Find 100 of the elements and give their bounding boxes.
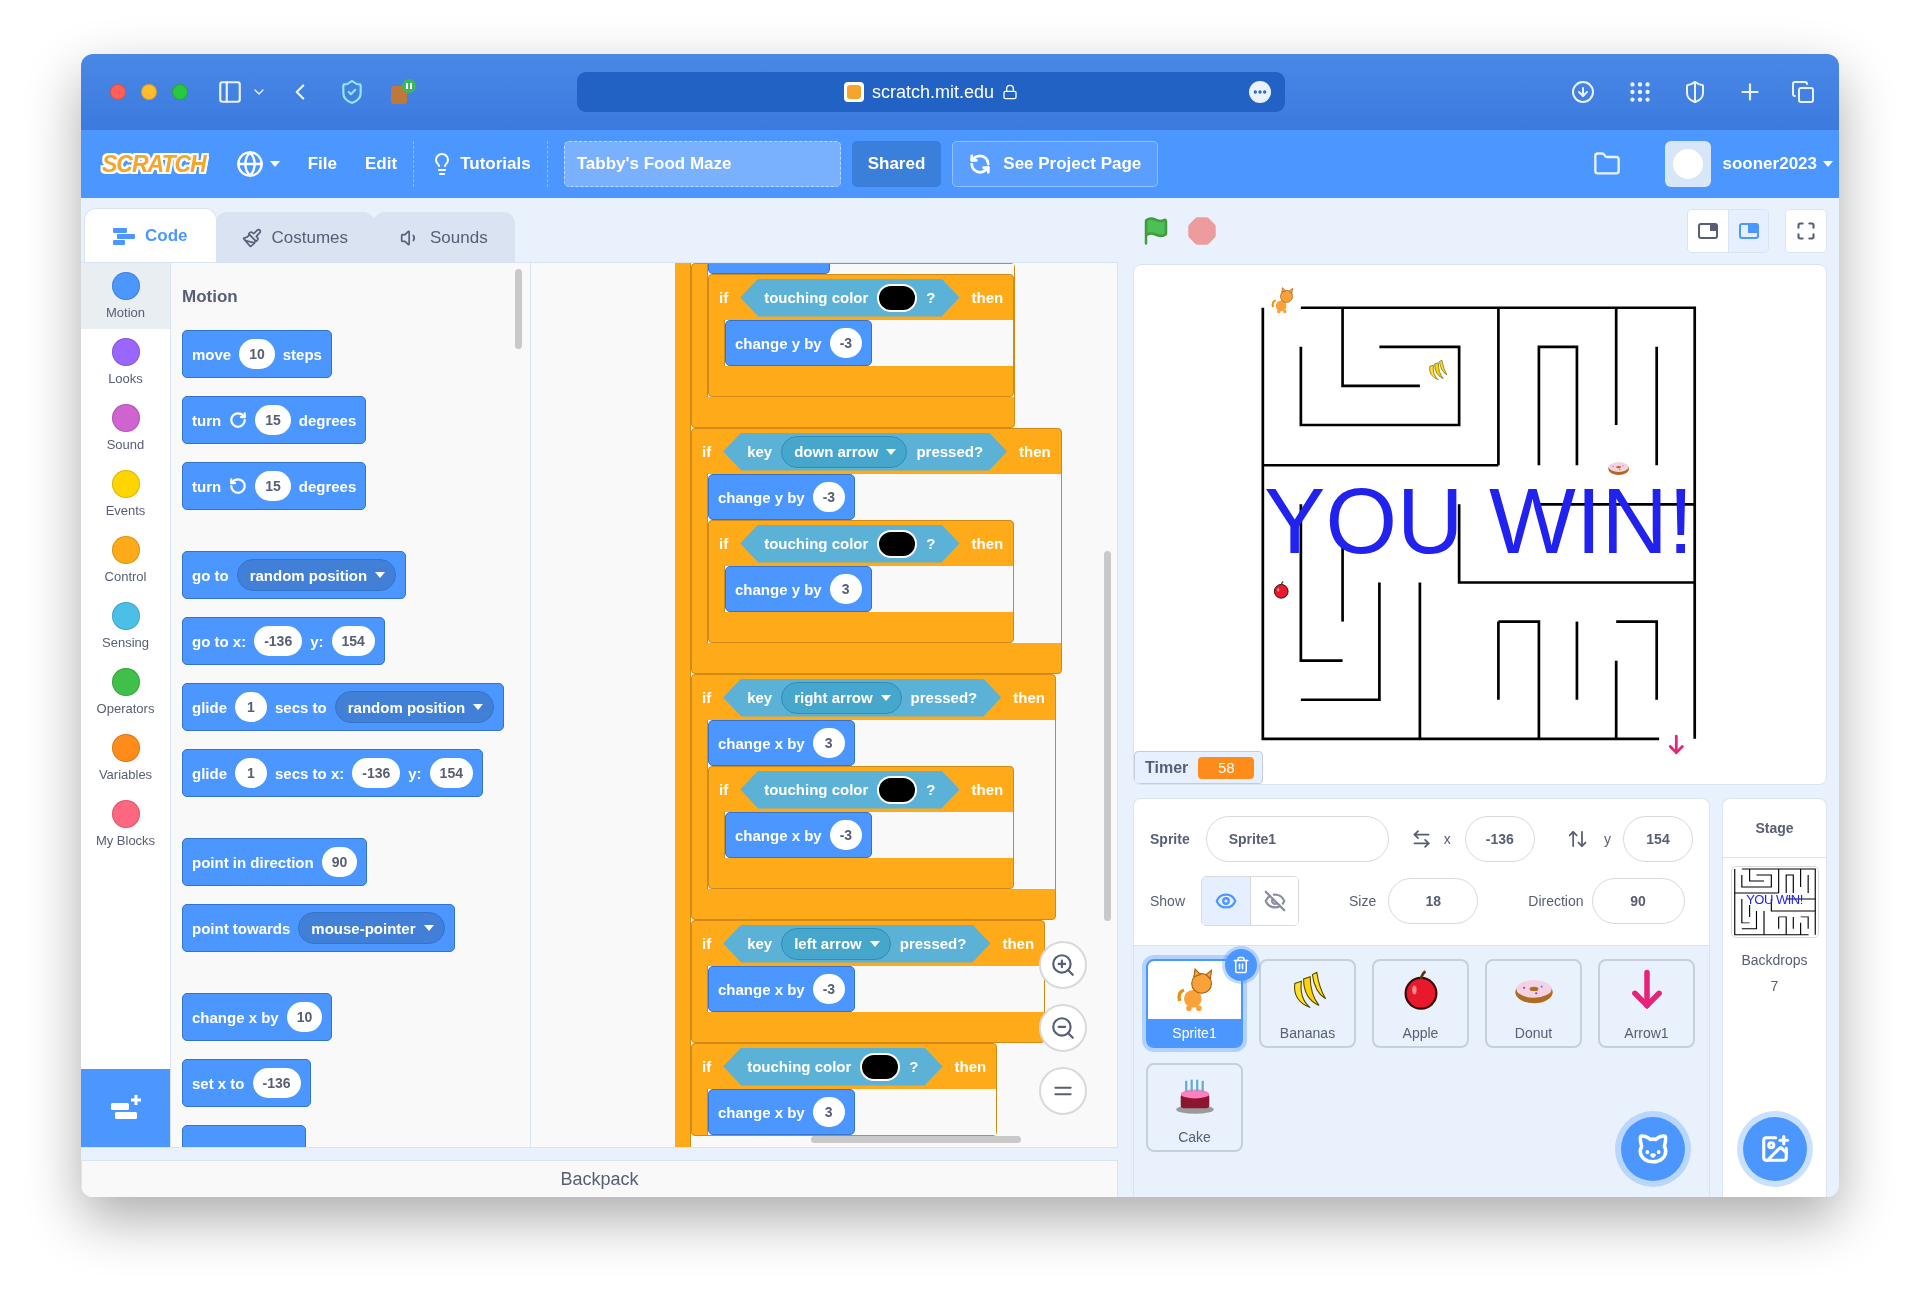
number-input[interactable]: 15 — [255, 405, 291, 435]
grid-icon[interactable] — [1627, 79, 1653, 105]
shield-icon[interactable] — [339, 79, 365, 105]
cat-icon[interactable] — [1271, 287, 1293, 314]
code-block[interactable]: change x by -3 — [708, 966, 856, 1012]
category-button[interactable]: Operators — [81, 659, 170, 725]
stage-thumbnail[interactable]: YOU WIN! — [1730, 866, 1819, 938]
zoom-in-button[interactable] — [1039, 941, 1087, 989]
category-button[interactable]: Looks — [81, 329, 170, 395]
code-block[interactable]: glide 1 secs to random position — [182, 683, 505, 731]
category-button[interactable]: My Blocks — [81, 791, 170, 857]
zoom-out-button[interactable] — [1039, 1004, 1087, 1052]
fullscreen-button[interactable] — [1786, 210, 1826, 252]
if-block[interactable]: if key right arrow pressed? then change x by 3 if touching color ? then change x by -3 — [691, 674, 1056, 920]
category-button[interactable]: Control — [81, 527, 170, 593]
code-block[interactable]: turn 15 degrees — [182, 396, 367, 444]
delete-button[interactable] — [1225, 949, 1257, 981]
color-swatch[interactable] — [877, 283, 918, 312]
number-input[interactable]: 154 — [331, 626, 375, 656]
direction-field[interactable]: 90 — [1591, 878, 1685, 924]
number-input[interactable]: 3 — [812, 728, 845, 758]
code-block[interactable]: change y by -3 — [708, 474, 856, 520]
hide-button[interactable] — [1250, 877, 1299, 925]
number-input[interactable]: -136 — [254, 626, 303, 656]
code-block[interactable]: change y by 3 — [725, 566, 872, 612]
code-block[interactable]: change x by 3 — [708, 720, 855, 766]
code-block[interactable]: glide 1 secs to x: -136 y: 154 — [182, 749, 483, 797]
code-block[interactable]: change x by 10 — [182, 993, 333, 1041]
sprite-name-field[interactable]: Sprite1 — [1205, 816, 1389, 862]
category-button[interactable]: Sensing — [81, 593, 170, 659]
if-block[interactable]: if key down arrow pressed? then change y by -3 if touching color ? then change y by 3 — [691, 428, 1062, 674]
number-input[interactable]: -3 — [829, 820, 863, 850]
folder-icon[interactable] — [1592, 150, 1621, 178]
category-button[interactable]: Variables — [81, 725, 170, 791]
shared-button[interactable]: Shared — [851, 141, 942, 187]
sprite-tile[interactable]: Arrow1 — [1598, 959, 1695, 1048]
scrollbar[interactable] — [811, 1136, 1021, 1143]
show-button[interactable] — [1202, 877, 1251, 925]
reset-zoom-button[interactable] — [1039, 1067, 1087, 1115]
dropdown-menu[interactable]: random position — [236, 559, 397, 591]
code-block[interactable]: go to random position — [182, 551, 407, 599]
sidebar-icon[interactable] — [217, 79, 243, 105]
code-block[interactable]: point towards mouse-pointer — [182, 904, 455, 952]
if-block[interactable]: if key left arrow pressed? then change x by -3 — [691, 920, 1046, 1043]
color-swatch[interactable] — [877, 529, 918, 558]
category-button[interactable]: Motion — [81, 263, 170, 329]
if-block[interactable]: if touching color ? then change y by -3 — [708, 274, 1015, 397]
number-input[interactable]: 15 — [255, 471, 291, 501]
number-input[interactable]: 90 — [321, 847, 358, 877]
tab[interactable]: Costumes — [214, 212, 376, 262]
if-block[interactable]: if touching color ? then change y by -3 — [691, 263, 1016, 428]
dropdown-menu[interactable]: mouse-pointer — [298, 912, 445, 944]
code-block[interactable]: move 10 steps — [182, 330, 332, 378]
number-input[interactable]: 154 — [429, 758, 473, 788]
more-button[interactable] — [1249, 81, 1271, 103]
code-block[interactable]: change y by -3 — [725, 320, 873, 366]
code-block[interactable]: turn 15 degrees — [182, 462, 367, 510]
apple-icon[interactable] — [1273, 580, 1289, 599]
add-extension-button[interactable] — [81, 1069, 170, 1147]
code-block[interactable]: change x by 3 — [708, 1089, 855, 1135]
code-block[interactable]: go to x: -136 y: 154 — [182, 617, 385, 665]
number-input[interactable]: -136 — [352, 758, 401, 788]
code-block[interactable]: change x by -3 — [725, 812, 873, 858]
sprite-tile[interactable]: Donut — [1485, 959, 1582, 1048]
code-block[interactable]: point in direction 90 — [182, 838, 368, 886]
small-stage-button[interactable] — [1688, 210, 1728, 252]
zoom-button[interactable] — [172, 84, 188, 100]
code-block[interactable]: set x to -136 — [182, 1059, 311, 1107]
extension-icon[interactable] — [389, 78, 417, 106]
arrow-icon[interactable] — [1668, 734, 1684, 755]
number-input[interactable]: 1 — [235, 758, 267, 788]
backpack-bar[interactable]: Backpack — [81, 1160, 1118, 1197]
x-field[interactable]: -136 — [1464, 816, 1535, 862]
tabs-icon[interactable] — [1791, 80, 1815, 104]
number-input[interactable]: -3 — [812, 482, 846, 512]
number-input[interactable]: 10 — [286, 1002, 323, 1032]
category-button[interactable]: Sound — [81, 395, 170, 461]
if-block[interactable]: if touching color ? then change x by 3 — [691, 1043, 998, 1136]
number-input[interactable]: 10 — [239, 339, 275, 369]
number-input[interactable]: -3 — [829, 328, 863, 358]
add-sprite-button[interactable] — [1621, 1117, 1685, 1181]
shield-half-icon[interactable] — [1683, 80, 1707, 104]
scrollbar[interactable] — [515, 269, 522, 349]
minimize-button[interactable] — [141, 84, 157, 100]
color-swatch[interactable] — [877, 775, 918, 804]
if-block[interactable]: if touching color ? then change y by 3 — [708, 520, 1015, 643]
number-input[interactable]: -3 — [812, 974, 846, 1004]
number-input[interactable]: 1 — [235, 692, 267, 722]
number-input[interactable]: 3 — [812, 1097, 845, 1127]
sprite-tile[interactable]: Cake — [1146, 1063, 1243, 1152]
tab[interactable]: Sounds — [373, 212, 515, 262]
dropdown-menu[interactable]: random position — [334, 691, 495, 723]
stop-icon[interactable] — [1187, 216, 1217, 246]
number-input[interactable]: -136 — [252, 1068, 301, 1098]
add-backdrop-button[interactable] — [1743, 1117, 1807, 1181]
category-button[interactable]: Events — [81, 461, 170, 527]
y-field[interactable]: 154 — [1623, 816, 1693, 862]
address-bar[interactable]: scratch.mit.edu — [577, 72, 1285, 112]
sprite-tile[interactable]: Apple — [1372, 959, 1469, 1048]
banana-icon[interactable] — [1429, 359, 1448, 381]
